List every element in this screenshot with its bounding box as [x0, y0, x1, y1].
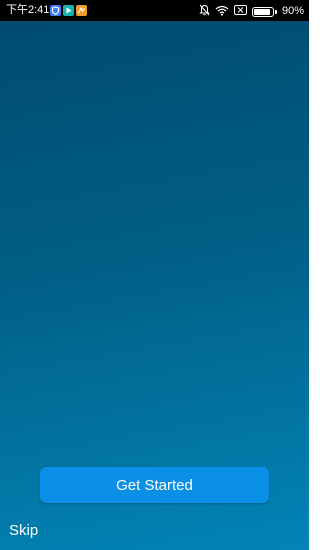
wifi-icon [215, 5, 229, 19]
orange-app-icon [76, 5, 87, 16]
battery-fill [253, 8, 271, 15]
notification-icons [50, 5, 87, 16]
shield-app-icon [50, 5, 61, 16]
get-started-button[interactable]: Get Started [40, 467, 269, 503]
status-bar: 下午2:41 90% [0, 0, 309, 21]
mute-bell-icon [199, 4, 210, 19]
no-sim-icon [233, 5, 247, 18]
battery-cap [274, 9, 277, 14]
status-time: 下午2:41 [6, 4, 50, 16]
onboarding-screen: 下午2:41 90% Get Started Skip [0, 0, 309, 550]
battery-icon [251, 6, 274, 17]
battery-percent: 90% [281, 5, 304, 17]
system-icons: 90% [199, 4, 304, 19]
play-app-icon [63, 5, 74, 16]
skip-link[interactable]: Skip [9, 522, 38, 540]
